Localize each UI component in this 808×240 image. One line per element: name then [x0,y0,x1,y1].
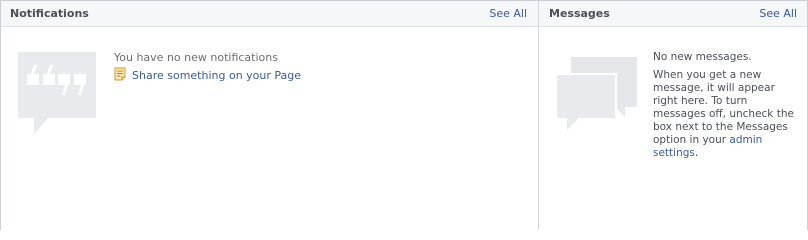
note-icon [114,67,127,84]
messages-panel: Messages See All No new messages. When y… [539,1,808,230]
messages-content: No new messages. When you get a new mess… [653,51,801,160]
notifications-content: You have no new notifications Share some… [114,51,301,84]
notifications-title: Notifications [10,7,89,20]
messages-help-text: When you get a new message, it will appe… [653,69,794,146]
notifications-see-all-link[interactable]: See All [489,7,527,20]
notifications-header: Notifications See All [1,1,538,27]
messages-header: Messages See All [539,1,807,27]
share-page-row: Share something on your Page [114,67,301,84]
quote-bubble-icon [18,52,96,138]
notifications-panel: Notifications See All You have no new no… [0,1,539,230]
no-messages-text: No new messages. [653,51,752,63]
messages-help-period: . [694,147,699,159]
messages-see-all-link[interactable]: See All [759,7,797,20]
page-dashboard-panels: Notifications See All You have no new no… [0,0,808,230]
messages-title: Messages [549,7,610,20]
no-notifications-text: You have no new notifications [114,51,278,64]
share-on-page-link[interactable]: Share something on your Page [132,69,301,82]
chat-bubbles-icon [555,55,639,135]
